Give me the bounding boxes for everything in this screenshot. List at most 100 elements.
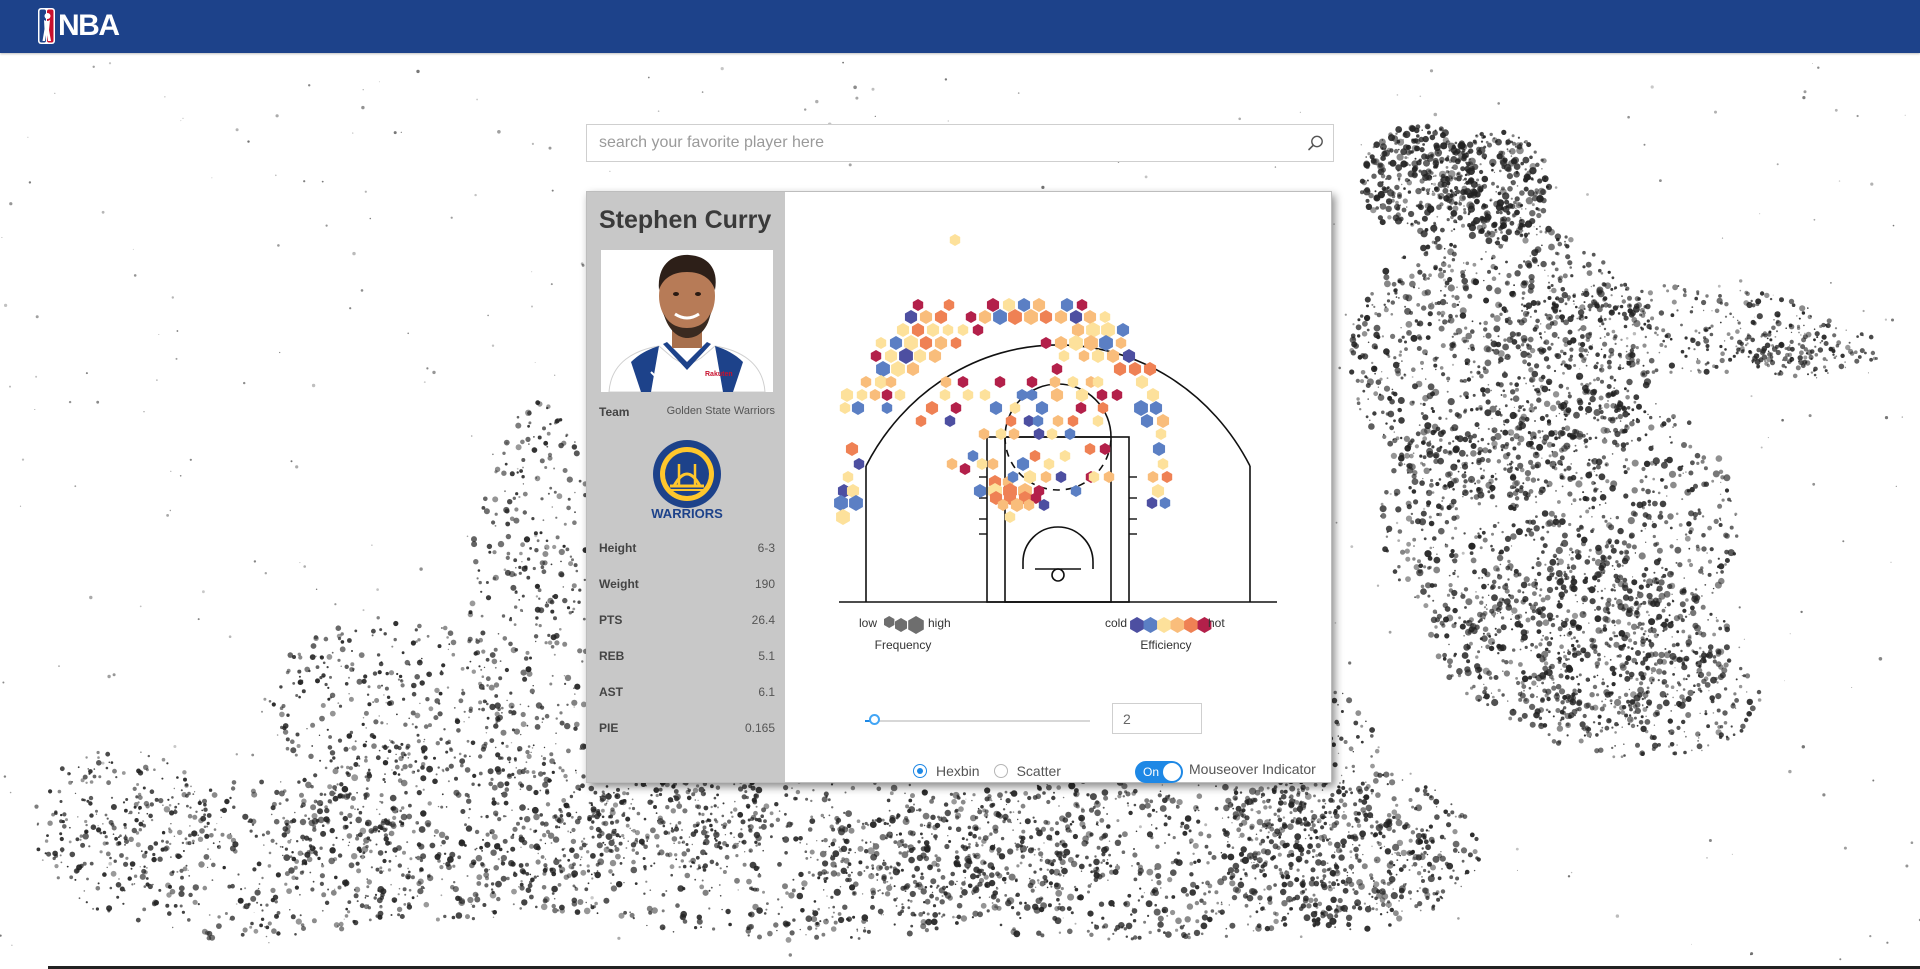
search-input[interactable] — [587, 125, 1301, 161]
shot-hexbin[interactable] — [989, 401, 1003, 415]
shot-hexbin[interactable] — [1049, 376, 1061, 388]
shot-hexbin[interactable] — [904, 310, 918, 324]
slider-thumb[interactable] — [869, 714, 880, 725]
shot-hexbin[interactable] — [885, 376, 897, 388]
shot-hexbin[interactable] — [943, 299, 955, 311]
shot-hexbin[interactable] — [1113, 362, 1127, 376]
shot-hexbin[interactable] — [965, 311, 977, 323]
shot-hexbin[interactable] — [1035, 401, 1049, 415]
shot-hexbin[interactable] — [1060, 298, 1074, 312]
shot-hexbin[interactable] — [894, 389, 906, 401]
shot-hexbin[interactable] — [836, 509, 850, 525]
shot-hexbin[interactable] — [1026, 376, 1038, 388]
shot-hexbin[interactable] — [972, 324, 984, 336]
shot-hexbin[interactable] — [1055, 471, 1067, 483]
shot-hexbin[interactable] — [1099, 311, 1111, 323]
shot-hexbin[interactable] — [919, 336, 933, 350]
radio-hexbin-dot[interactable] — [913, 764, 927, 778]
shot-hexbin[interactable] — [946, 458, 958, 470]
shot-hexbin[interactable] — [1111, 389, 1123, 401]
shot-hexbin[interactable] — [950, 402, 962, 414]
shot-hexbin[interactable] — [840, 388, 854, 402]
shot-hexbin[interactable] — [1083, 310, 1097, 324]
shot-hexbin[interactable] — [884, 349, 898, 363]
shot-hexbin[interactable] — [915, 415, 927, 427]
radio-scatter[interactable]: Scatter — [993, 763, 1061, 779]
nba-logo[interactable]: NBA — [38, 7, 120, 45]
shot-hexbin[interactable] — [1101, 322, 1115, 338]
shot-hexbin[interactable] — [856, 389, 868, 401]
shot-hexbin[interactable] — [1023, 470, 1037, 484]
shot-hexbin[interactable] — [851, 401, 865, 415]
shot-hexbin[interactable] — [1157, 458, 1169, 470]
shot-hexbin[interactable] — [1151, 484, 1165, 498]
shot-hexbin[interactable] — [1017, 298, 1031, 312]
shot-hexbin[interactable] — [973, 484, 987, 498]
shot-hexbin[interactable] — [1032, 298, 1046, 312]
shot-hexbin[interactable] — [1016, 457, 1030, 471]
shot-hexbin[interactable] — [1070, 485, 1082, 497]
shot-hexbin[interactable] — [1078, 350, 1090, 362]
shot-hexbin[interactable] — [870, 350, 882, 362]
shot-hexbin[interactable] — [1058, 350, 1070, 362]
shot-hexbin[interactable] — [842, 471, 854, 483]
shot-hexbin[interactable] — [1115, 337, 1127, 349]
shot-hexbin[interactable] — [979, 389, 991, 401]
shot-hexbin[interactable] — [1024, 309, 1038, 325]
shot-hexbin[interactable] — [1067, 376, 1079, 388]
shot-hexbin[interactable] — [928, 349, 942, 363]
shot-hexbin[interactable] — [1122, 349, 1136, 363]
shot-hexbin[interactable] — [1069, 335, 1083, 351]
shot-hexbin[interactable] — [1026, 389, 1038, 401]
shot-hexbin[interactable] — [849, 495, 863, 511]
shot-hexbin[interactable] — [912, 299, 924, 311]
shot-hexbin[interactable] — [1040, 337, 1052, 349]
shot-hexbin[interactable] — [987, 458, 999, 470]
shot-hexbin[interactable] — [950, 337, 962, 349]
shot-hexbin[interactable] — [911, 323, 925, 337]
shot-hexbin[interactable] — [1075, 402, 1087, 414]
shot-hexbin[interactable] — [1040, 471, 1052, 483]
shot-hexbin[interactable] — [1128, 362, 1142, 376]
bin-size-slider[interactable] — [865, 712, 1090, 730]
shot-hexbin[interactable] — [1155, 428, 1167, 440]
shot-hexbin[interactable] — [925, 401, 939, 415]
shot-hexbin[interactable] — [1029, 450, 1041, 462]
shot-hexbin[interactable] — [860, 376, 872, 388]
shot-hexbin[interactable] — [1005, 415, 1017, 427]
shot-hexbin[interactable] — [986, 298, 1000, 312]
shot-hexbin[interactable] — [913, 349, 927, 363]
bin-size-input[interactable] — [1112, 703, 1202, 734]
shot-hexbin[interactable] — [934, 336, 948, 350]
radio-hexbin[interactable]: Hexbin — [913, 763, 980, 779]
shot-chart[interactable]: low high Frequency cold hot Efficiency — [785, 192, 1331, 692]
shot-hexbin[interactable] — [1054, 336, 1068, 350]
shot-hexbin[interactable] — [1092, 415, 1104, 427]
shot-hexbin[interactable] — [1008, 428, 1020, 440]
shot-hexbin[interactable] — [1064, 428, 1076, 440]
shot-hexbin[interactable] — [962, 389, 974, 401]
shot-hexbin[interactable] — [875, 337, 887, 349]
shot-hexbin[interactable] — [1076, 299, 1088, 311]
shot-hexbin[interactable] — [839, 402, 851, 414]
shot-hexbin[interactable] — [891, 361, 905, 377]
shot-hexbin[interactable] — [993, 309, 1007, 325]
search-icon[interactable] — [1307, 134, 1325, 152]
shot-hexbin[interactable] — [940, 376, 952, 388]
shot-hexbin[interactable] — [1086, 322, 1100, 338]
shot-hexbin[interactable] — [1103, 471, 1115, 483]
shot-hexbins[interactable] — [834, 234, 1173, 525]
shot-hexbin[interactable] — [939, 389, 951, 401]
shot-hexbin[interactable] — [1156, 414, 1170, 428]
shot-hexbin[interactable] — [881, 402, 893, 414]
shot-hexbin[interactable] — [1069, 310, 1083, 324]
shot-hexbin[interactable] — [881, 389, 893, 401]
shot-hexbin[interactable] — [906, 362, 920, 376]
shot-hexbin[interactable] — [919, 310, 933, 324]
shot-hexbin[interactable] — [934, 310, 948, 324]
shot-hexbin[interactable] — [1091, 349, 1105, 363]
shot-hexbin[interactable] — [1075, 388, 1089, 402]
shot-hexbin[interactable] — [1054, 310, 1068, 324]
shot-hexbin[interactable] — [944, 415, 956, 427]
shot-hexbin[interactable] — [1043, 458, 1055, 470]
